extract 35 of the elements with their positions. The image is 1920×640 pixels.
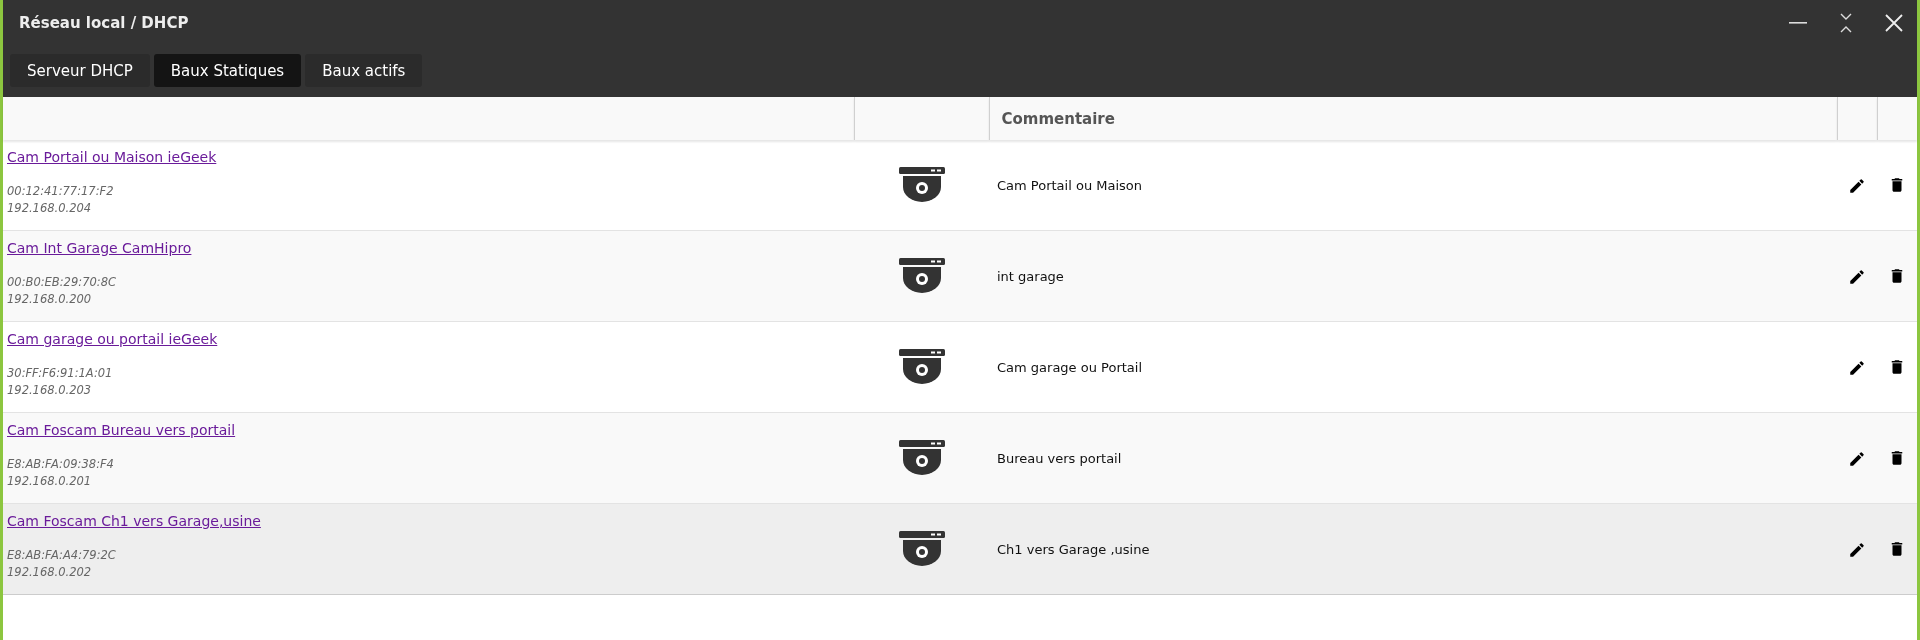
column-header: Commentaire: [1001, 109, 1115, 128]
comment-text: Cam garage ou Portail: [997, 359, 1143, 375]
pencil-icon[interactable]: [1848, 449, 1866, 468]
dome-camera-icon: [898, 258, 945, 294]
comment-text: Bureau vers portail: [997, 450, 1122, 466]
dome-camera-icon: [898, 349, 945, 385]
dome-camera-icon: [898, 167, 945, 203]
lease-name-link[interactable]: Cam Portail ou Maison ieGeek: [7, 149, 217, 165]
ip-address: 192.168.0.202: [7, 564, 93, 581]
mac-address: 00:12:41:77:17:F2: [7, 183, 115, 200]
ip-address: 192.168.0.204: [7, 200, 93, 217]
pencil-icon[interactable]: [1848, 267, 1866, 286]
tab[interactable]: Baux Statiques: [153, 54, 302, 87]
dome-camera-icon: [898, 531, 945, 567]
lease-name-link[interactable]: Cam Int Garage CamHipro: [7, 240, 192, 256]
mac-address: 00:B0:EB:29:70:8C: [7, 274, 117, 291]
pencil-icon[interactable]: [1848, 176, 1866, 195]
ip-address: 192.168.0.203: [7, 382, 93, 399]
window-title: Réseau local / DHCP: [19, 13, 190, 32]
mac-address: 30:FF:F6:91:1A:01: [7, 365, 114, 382]
comment-text: Ch1 vers Garage ,usine: [997, 541, 1150, 557]
mac-address: E8:AB:FA:09:38:F4: [7, 456, 115, 473]
ip-address: 192.168.0.201: [7, 473, 93, 490]
tab[interactable]: Serveur DHCP: [10, 54, 150, 87]
pencil-icon[interactable]: [1848, 358, 1866, 377]
lease-name-link[interactable]: Cam Foscam Bureau vers portail: [7, 422, 236, 438]
dome-camera-icon: [898, 440, 945, 476]
tab[interactable]: Baux actifs: [305, 54, 423, 87]
lease-name-link[interactable]: Cam garage ou portail ieGeek: [7, 331, 218, 347]
comment-text: int garage: [997, 268, 1064, 284]
mac-address: E8:AB:FA:A4:79:2C: [7, 547, 117, 564]
comment-text: Cam Portail ou Maison: [997, 177, 1143, 193]
ip-address: 192.168.0.200: [7, 291, 93, 308]
lease-name-link[interactable]: Cam Foscam Ch1 vers Garage,usine: [7, 513, 261, 529]
pencil-icon[interactable]: [1848, 540, 1866, 559]
